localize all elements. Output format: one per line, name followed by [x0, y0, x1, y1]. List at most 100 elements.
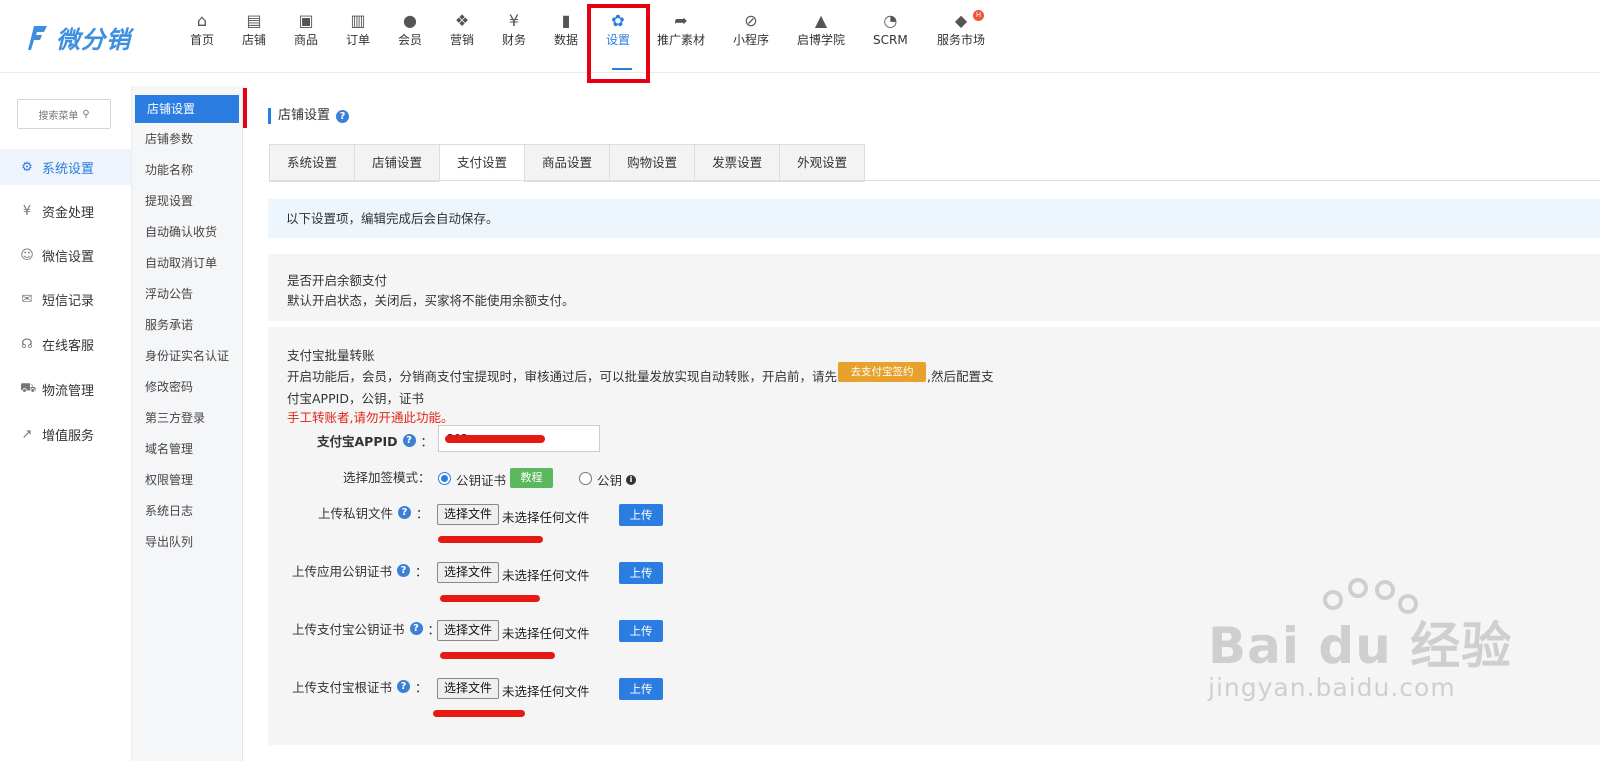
submenu-item[interactable]: 第三方登录: [133, 405, 241, 431]
nav-scrm[interactable]: ◔ SCRM: [873, 10, 908, 62]
nav-label: 服务市场: [937, 33, 986, 47]
nav-label: 启博学院: [797, 33, 846, 47]
submenu-item[interactable]: 修改密码: [133, 374, 241, 400]
choose-file-button[interactable]: 选择文件: [437, 678, 500, 699]
settings-icon: ✿: [611, 11, 625, 30]
choose-file-button[interactable]: 选择文件: [437, 620, 500, 641]
tab-settings-item[interactable]: 发票设置: [694, 144, 781, 182]
tabs-divider: [269, 180, 1600, 181]
nav-order[interactable]: ▥ 订单: [346, 10, 370, 62]
goods-icon: ▣: [298, 11, 314, 30]
finance-icon: ¥: [508, 11, 520, 30]
nav-member[interactable]: ● 会员: [398, 10, 422, 62]
help-icon[interactable]: ?: [409, 622, 423, 635]
submenu-item[interactable]: 自动确认收货: [133, 219, 241, 245]
sidebar-item-truck[interactable]: ⛟ 物流管理: [0, 371, 131, 407]
file-status-text: 未选择任何文件: [502, 510, 590, 525]
upload-label-text: 上传私钥文件: [318, 506, 394, 521]
tab-settings-item[interactable]: 外观设置: [779, 144, 866, 182]
nav-label: 营销: [450, 33, 475, 47]
sidebar-item-wechat[interactable]: ☺ 微信设置: [0, 237, 131, 273]
upload-button[interactable]: 上传: [619, 620, 663, 642]
active-nav-underline: [612, 68, 632, 70]
nav-goods[interactable]: ▣ 商品: [294, 10, 318, 62]
nav-label: 财务: [502, 33, 527, 47]
upload-button[interactable]: 上传: [619, 504, 663, 526]
sidebar-item-funds[interactable]: ¥ 资金处理: [0, 193, 131, 229]
info-icon[interactable]: i: [626, 474, 637, 485]
upload-label: 上传支付宝根证书? ：: [292, 677, 428, 696]
choose-file-button[interactable]: 选择文件: [437, 504, 500, 525]
mail-icon: ✉: [21, 291, 33, 307]
nav-academy[interactable]: ▲ 启博学院: [797, 10, 845, 62]
upload-label-text: 上传支付宝公钥证书: [292, 622, 405, 637]
tab-settings-item[interactable]: 商品设置: [524, 144, 611, 182]
nav-settings[interactable]: ✿ 设置: [606, 10, 630, 62]
nav-market[interactable]: ◆ 服务市场 H: [937, 10, 985, 62]
submenu-item[interactable]: 服务承诺: [133, 312, 241, 338]
tutorial-button[interactable]: 教程: [510, 468, 553, 488]
nav-finance[interactable]: ¥ 财务: [502, 10, 526, 62]
tab-settings-item[interactable]: 系统设置: [269, 144, 356, 182]
autosave-notice: 以下设置项，编辑完成后会自动保存。: [268, 199, 1600, 238]
submenu-item[interactable]: 系统日志: [133, 498, 241, 524]
page-title: 店铺设置 ?: [268, 108, 350, 124]
help-icon[interactable]: ?: [397, 564, 411, 577]
choose-file-button[interactable]: 选择文件: [437, 562, 500, 583]
sidebar-item-mail[interactable]: ✉ 短信记录: [0, 281, 131, 317]
submenu-item[interactable]: 浮动公告: [133, 281, 241, 307]
nav-data[interactable]: ▮ 数据: [554, 10, 578, 62]
help-icon[interactable]: ?: [402, 434, 416, 447]
submenu-item[interactable]: 域名管理: [133, 436, 241, 462]
file-status-text: 未选择任何文件: [502, 568, 590, 583]
radio-public-key[interactable]: [579, 472, 592, 485]
upload-label: 上传应用公钥证书? ：: [292, 561, 428, 580]
sign-mode-label: 选择加签模式：: [343, 470, 431, 485]
scrm-icon: ◔: [883, 11, 898, 30]
radio-public-key-cert-label[interactable]: 公钥证书: [456, 470, 506, 489]
alipay-sign-button[interactable]: 去支付宝签约: [838, 362, 926, 382]
tab-settings-item[interactable]: 店铺设置: [354, 144, 441, 182]
nav-miniapp[interactable]: ⊘ 小程序: [733, 10, 769, 62]
submenu-item[interactable]: 身份证实名认证: [133, 343, 241, 369]
upload-button[interactable]: 上传: [619, 562, 663, 584]
upload-label: 上传私钥文件? ：: [318, 503, 429, 522]
submenu-item[interactable]: 店铺设置: [135, 95, 239, 123]
submenu-item[interactable]: 提现设置: [133, 188, 241, 214]
submenu-item[interactable]: 权限管理: [133, 467, 241, 493]
member-icon: ●: [403, 11, 417, 30]
balance-payment-section: [268, 254, 1600, 321]
nav-label: 会员: [398, 33, 423, 47]
help-icon[interactable]: ?: [336, 109, 350, 123]
help-icon[interactable]: ?: [397, 680, 411, 693]
sidebar-item-settings-gear[interactable]: ⚙ 系统设置: [0, 149, 131, 185]
nav-home[interactable]: ⌂ 首页: [190, 10, 214, 62]
sidebar-item-chart-line[interactable]: ↗ 增值服务: [0, 416, 131, 452]
sidebar-item-headset[interactable]: ☊ 在线客服: [0, 326, 131, 362]
radio-public-key-cert[interactable]: [438, 472, 451, 485]
search-menu-input[interactable]: 搜索菜单 ⚲: [17, 99, 111, 129]
upload-button[interactable]: 上传: [619, 678, 663, 700]
funds-icon: ¥: [22, 203, 32, 219]
nav-marketing[interactable]: ❖ 营销: [450, 10, 474, 62]
brand-logo[interactable]: 微分销: [28, 20, 131, 55]
order-icon: ▥: [350, 11, 366, 30]
sidebar-item-label: 在线客服: [42, 338, 95, 354]
redaction-scribble: [433, 710, 525, 717]
submenu-item[interactable]: 自动取消订单: [133, 250, 241, 276]
wechat-icon: ☺: [20, 247, 34, 263]
nav-store[interactable]: ▤ 店铺: [242, 10, 266, 62]
nav-label: 订单: [346, 33, 371, 47]
nav-label: 小程序: [733, 33, 770, 47]
radio-public-key-text[interactable]: 公钥: [597, 470, 622, 489]
nav-share[interactable]: ➦ 推广素材: [657, 10, 705, 62]
submenu-item[interactable]: 导出队列: [133, 529, 241, 555]
new-badge: H: [973, 10, 984, 21]
tab-settings-item[interactable]: 支付设置: [439, 144, 526, 182]
nav-label: 商品: [294, 33, 319, 47]
alipay-warning: 手工转账者,请勿开通此功能。: [287, 410, 454, 425]
tab-settings-item[interactable]: 购物设置: [609, 144, 696, 182]
help-icon[interactable]: ?: [398, 506, 412, 519]
submenu-item[interactable]: 功能名称: [133, 157, 241, 183]
submenu-item[interactable]: 店铺参数: [133, 126, 241, 152]
